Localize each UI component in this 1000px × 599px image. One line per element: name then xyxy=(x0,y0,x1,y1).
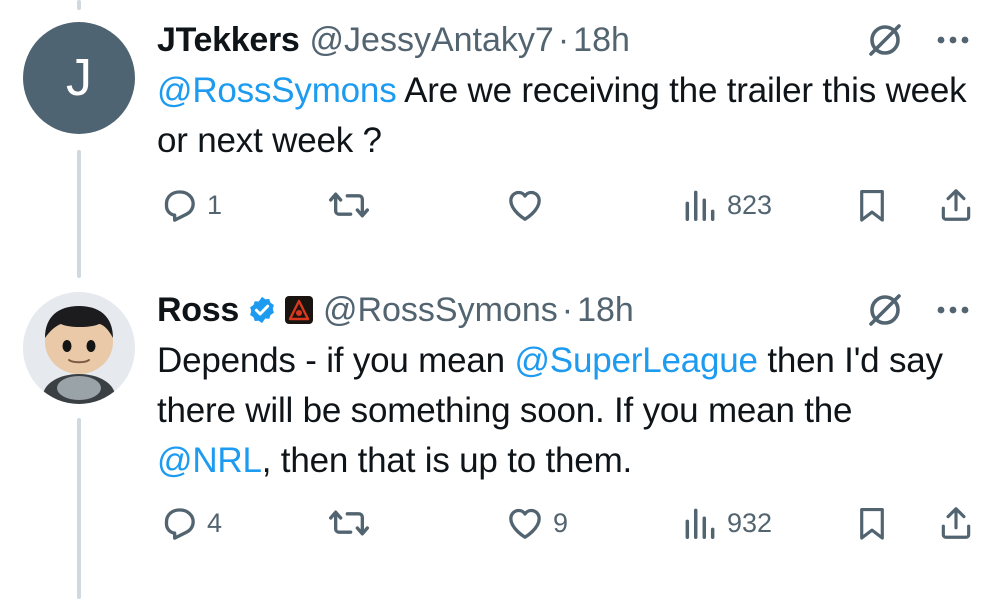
avatar[interactable] xyxy=(23,292,135,404)
tweet-text-segment: Depends - if you mean xyxy=(157,341,515,380)
tweet-actions: 4 9 932 xyxy=(157,498,977,548)
reply-button[interactable]: 1 xyxy=(159,180,222,230)
retweet-icon xyxy=(328,510,369,536)
mention-link[interactable]: @RossSymons xyxy=(157,71,397,110)
mention-link[interactable]: @NRL xyxy=(157,441,262,480)
avatar-initial: J xyxy=(66,49,92,107)
views-button[interactable]: 932 xyxy=(681,498,772,548)
separator-dot: · xyxy=(561,290,574,329)
retweet-button[interactable] xyxy=(327,180,379,230)
user-handle[interactable]: @JessyAntaky7 xyxy=(310,21,554,60)
tweet-text: @RossSymons Are we receiving the trailer… xyxy=(157,66,967,166)
bookmark-button[interactable] xyxy=(853,498,891,548)
grok-icon[interactable] xyxy=(866,291,904,329)
retweet-button[interactable] xyxy=(327,498,379,548)
like-icon xyxy=(509,190,541,221)
bookmark-icon xyxy=(860,189,884,222)
more-icon[interactable] xyxy=(936,305,970,315)
like-count: 9 xyxy=(553,507,569,538)
like-icon xyxy=(509,508,541,539)
tweet-header: JTekkers @JessyAntaky7 · 18h xyxy=(157,18,970,62)
more-icon[interactable] xyxy=(936,35,970,45)
tweet-text-segment: , then that is up to them. xyxy=(261,441,633,480)
share-button[interactable] xyxy=(937,498,975,548)
reply-count: 1 xyxy=(207,189,223,220)
grok-icon[interactable] xyxy=(866,21,904,59)
views-button[interactable]: 823 xyxy=(681,180,772,230)
affiliation-badge-icon[interactable] xyxy=(284,296,313,324)
verified-badge-icon[interactable] xyxy=(247,295,277,325)
timestamp[interactable]: 18h xyxy=(573,21,630,60)
reply-button[interactable]: 4 xyxy=(159,498,222,548)
mention-link[interactable]: @SuperLeague xyxy=(514,341,758,380)
share-icon xyxy=(941,189,971,221)
tweet-header: Ross @RossSymons · 18h xyxy=(157,288,970,332)
tweet-text: Depends - if you mean @SuperLeague then … xyxy=(157,336,967,486)
separator-dot: · xyxy=(557,20,570,59)
display-name[interactable]: JTekkers xyxy=(157,21,300,60)
share-button[interactable] xyxy=(937,180,975,230)
views-icon xyxy=(685,190,715,221)
like-button[interactable] xyxy=(505,180,553,230)
display-name[interactable]: Ross xyxy=(157,291,239,330)
retweet-icon xyxy=(328,192,369,218)
avatar[interactable]: J xyxy=(23,22,135,134)
reply-icon xyxy=(164,190,195,222)
reply-count: 4 xyxy=(207,507,223,538)
tweet[interactable]: Ross @RossSymons · 18h Depends - if you … xyxy=(0,270,1000,599)
reply-icon xyxy=(164,508,195,540)
bookmark-icon xyxy=(860,507,884,540)
like-button[interactable]: 9 xyxy=(505,498,568,548)
timestamp[interactable]: 18h xyxy=(577,291,634,330)
bookmark-button[interactable] xyxy=(853,180,891,230)
views-count: 932 xyxy=(727,507,773,538)
views-icon xyxy=(685,508,715,539)
views-count: 823 xyxy=(727,189,773,220)
share-icon xyxy=(941,507,971,539)
tweet[interactable]: J JTekkers @JessyAntaky7 · 18h @RossSymo… xyxy=(0,0,1000,270)
profile-photo-icon xyxy=(23,292,135,404)
tweet-actions: 1 823 xyxy=(157,180,977,230)
user-handle[interactable]: @RossSymons xyxy=(323,291,558,330)
